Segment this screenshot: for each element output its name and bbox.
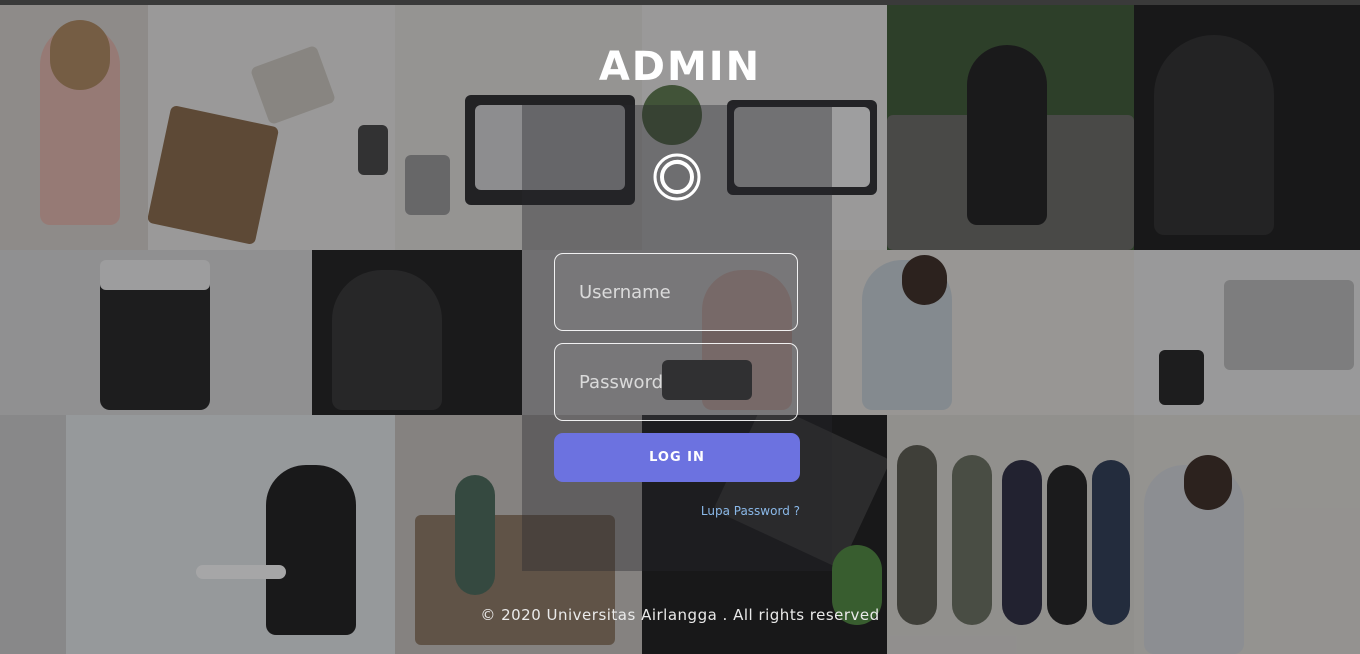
circle-logo-icon [653,153,701,201]
top-border [0,0,1360,5]
password-input[interactable] [554,343,798,421]
page-title: ADMIN [598,44,762,90]
forgot-password-link[interactable]: Lupa Password ? [640,504,800,518]
login-button[interactable]: LOG IN [554,433,800,482]
username-input[interactable] [554,253,798,331]
footer-copyright: © 2020 Universitas Airlangga . All right… [480,606,880,624]
